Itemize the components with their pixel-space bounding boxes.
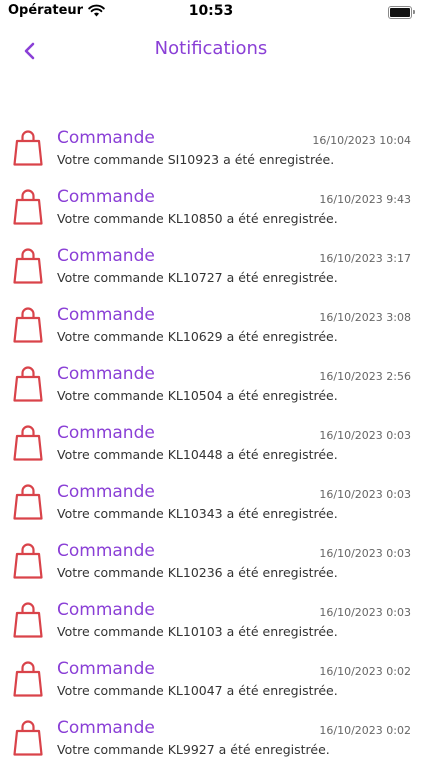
notification-item[interactable]: Commande 16/10/2023 9:43 Votre commande KL… <box>0 179 422 238</box>
notification-title: Commande <box>57 482 155 502</box>
notification-message: Votre commande KL10047 a été enregistrée… <box>57 683 338 698</box>
notification-title: Commande <box>57 423 155 443</box>
notification-item[interactable]: Commande 16/10/2023 0:02 Votre commande KL… <box>0 651 422 710</box>
notification-item[interactable]: Commande 16/10/2023 0:03 Votre commande KL… <box>0 415 422 474</box>
notification-timestamp: 16/10/2023 2:56 <box>319 370 411 383</box>
shopping-bag-icon <box>13 720 43 756</box>
notification-message: Votre commande KL10343 a été enregistrée… <box>57 506 338 521</box>
shopping-bag-icon <box>13 189 43 225</box>
notification-timestamp: 16/10/2023 3:08 <box>319 311 411 324</box>
notification-message: Votre commande KL10850 a été enregistrée… <box>57 211 338 226</box>
notification-list: Commande 16/10/2023 10:04 Votre commande S… <box>0 120 422 769</box>
notification-timestamp: 16/10/2023 0:02 <box>319 724 411 737</box>
notification-timestamp: 16/10/2023 0:03 <box>319 606 411 619</box>
shopping-bag-icon <box>13 130 43 166</box>
notification-timestamp: 16/10/2023 3:17 <box>319 252 411 265</box>
notification-title: Commande <box>57 718 155 738</box>
notification-timestamp: 16/10/2023 0:03 <box>319 488 411 501</box>
notification-item[interactable]: Commande 16/10/2023 2:56 Votre commande KL… <box>0 356 422 415</box>
notification-message: Votre commande KL10103 a été enregistrée… <box>57 624 338 639</box>
shopping-bag-icon <box>13 602 43 638</box>
notification-message: Votre commande SI10923 a été enregistrée… <box>57 152 335 167</box>
status-time: 10:53 <box>188 3 234 19</box>
status-bar: Opérateur 10:53 <box>0 0 422 24</box>
notification-message: Votre commande KL10236 a été enregistrée… <box>57 565 338 580</box>
shopping-bag-icon <box>13 484 43 520</box>
notification-item[interactable]: Commande 16/10/2023 0:03 Votre commande KL… <box>0 592 422 651</box>
notification-title: Commande <box>57 659 155 679</box>
notification-item[interactable]: Commande 16/10/2023 10:04 Votre commande S… <box>0 120 422 179</box>
shopping-bag-icon <box>13 543 43 579</box>
notification-title: Commande <box>57 364 155 384</box>
notification-title: Commande <box>57 305 155 325</box>
shopping-bag-icon <box>13 661 43 697</box>
notification-timestamp: 16/10/2023 0:03 <box>319 547 411 560</box>
notification-item[interactable]: Commande 16/10/2023 3:08 Votre commande KL… <box>0 297 422 356</box>
notification-item[interactable]: Commande 16/10/2023 0:03 Votre commande KL… <box>0 533 422 592</box>
notification-message: Votre commande KL10504 a été enregistrée… <box>57 388 338 403</box>
battery-icon <box>388 6 415 19</box>
notification-timestamp: 16/10/2023 0:03 <box>319 429 411 442</box>
notification-item[interactable]: Commande 16/10/2023 0:02 Votre commande KL… <box>0 710 422 769</box>
page-title: Notifications <box>154 38 268 59</box>
nav-bar: Notifications <box>0 30 422 70</box>
shopping-bag-icon <box>13 307 43 343</box>
notification-title: Commande <box>57 246 155 266</box>
notification-title: Commande <box>57 600 155 620</box>
notification-message: Votre commande KL10727 a été enregistrée… <box>57 270 338 285</box>
notification-message: Votre commande KL10448 a été enregistrée… <box>57 447 338 462</box>
notification-timestamp: 16/10/2023 9:43 <box>319 193 411 206</box>
notification-title: Commande <box>57 187 155 207</box>
notification-item[interactable]: Commande 16/10/2023 3:17 Votre commande KL… <box>0 238 422 297</box>
notification-timestamp: 16/10/2023 0:02 <box>319 665 411 678</box>
shopping-bag-icon <box>13 425 43 461</box>
notification-timestamp: 16/10/2023 10:04 <box>312 134 411 147</box>
shopping-bag-icon <box>13 248 43 284</box>
notification-item[interactable]: Commande 16/10/2023 0:03 Votre commande KL… <box>0 474 422 533</box>
notification-message: Votre commande KL10629 a été enregistrée… <box>57 329 338 344</box>
notification-title: Commande <box>57 128 155 148</box>
notification-title: Commande <box>57 541 155 561</box>
shopping-bag-icon <box>13 366 43 402</box>
